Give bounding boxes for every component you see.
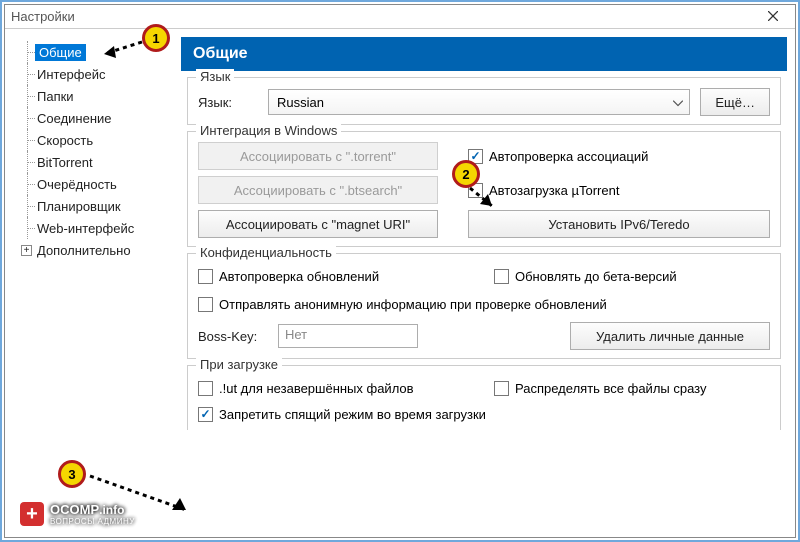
panel-title: Общие: [181, 37, 787, 71]
plus-icon: +: [20, 502, 44, 526]
tree-item-speed[interactable]: Скорость: [15, 129, 171, 151]
update-beta-checkbox[interactable]: [494, 269, 509, 284]
assoc-btsearch-button: Ассоциировать с ".btsearch": [198, 176, 438, 204]
language-select[interactable]: Russian: [268, 89, 690, 115]
annotation-badge-3: 3: [58, 460, 86, 488]
group-language-legend: Язык: [196, 69, 234, 84]
language-value: Russian: [277, 95, 324, 110]
annotation-arrow-2: [466, 186, 506, 216]
tree-item-folders[interactable]: Папки: [15, 85, 171, 107]
prealloc-checkbox[interactable]: [494, 381, 509, 396]
delete-data-button[interactable]: Удалить личные данные: [570, 322, 770, 350]
watermark-sub: ВОПРОСЫ АДМИНУ: [50, 518, 135, 526]
tree-item-scheduler[interactable]: Планировщик: [15, 195, 171, 217]
ut-incomplete-label: .!ut для незавершённых файлов: [219, 381, 414, 396]
ut-incomplete-checkbox[interactable]: [198, 381, 213, 396]
watermark-suffix: .info: [99, 503, 124, 517]
group-download-legend: При загрузке: [196, 357, 282, 372]
group-privacy-legend: Конфиденциальность: [196, 245, 336, 260]
autocheck-updates-label: Автопроверка обновлений: [219, 269, 379, 284]
autocheck-updates-checkbox[interactable]: [198, 269, 213, 284]
more-languages-button[interactable]: Ещё…: [700, 88, 770, 116]
titlebar: Настройки: [5, 5, 795, 29]
tree-item-bittorrent[interactable]: BitTorrent: [15, 151, 171, 173]
send-anon-checkbox[interactable]: [198, 297, 213, 312]
assoc-magnet-button[interactable]: Ассоциировать с "magnet URI": [198, 210, 438, 238]
assoc-torrent-button: Ассоциировать с ".torrent": [198, 142, 438, 170]
group-privacy: Конфиденциальность Автопроверка обновлен…: [187, 253, 781, 359]
group-integration-legend: Интеграция в Windows: [196, 123, 341, 138]
tree-item-webui[interactable]: Web-интерфейс: [15, 217, 171, 239]
annotation-badge-2: 2: [452, 160, 480, 188]
group-download: При загрузке .!ut для незавершённых файл…: [187, 365, 781, 430]
install-ipv6-button[interactable]: Установить IPv6/Teredo: [468, 210, 770, 238]
annotation-badge-1: 1: [142, 24, 170, 52]
autocheck-assoc-label: Автопроверка ассоциаций: [489, 149, 648, 164]
tree-item-connection[interactable]: Соединение: [15, 107, 171, 129]
bosskey-input[interactable]: Нет: [278, 324, 418, 348]
bosskey-label: Boss-Key:: [198, 329, 268, 344]
tree-item-advanced[interactable]: +Дополнительно: [15, 239, 171, 261]
annotation-arrow-1: [92, 38, 147, 62]
language-label: Язык:: [198, 95, 258, 110]
autoload-utorrent-label: Автозагрузка µTorrent: [489, 183, 619, 198]
update-beta-label: Обновлять до бета-версий: [515, 269, 677, 284]
watermark: + OCOMP.info ВОПРОСЫ АДМИНУ: [20, 502, 135, 526]
window-title: Настройки: [11, 9, 75, 24]
prevent-sleep-checkbox[interactable]: [198, 407, 213, 422]
tree-item-interface[interactable]: Интерфейс: [15, 63, 171, 85]
close-button[interactable]: [753, 5, 793, 27]
group-language: Язык Язык: Russian Ещё…: [187, 77, 781, 125]
tree-item-queue[interactable]: Очерёдность: [15, 173, 171, 195]
send-anon-label: Отправлять анонимную информацию при пров…: [219, 297, 607, 312]
close-icon: [768, 11, 778, 21]
settings-tree: Общие Интерфейс Папки Соединение Скорост…: [13, 37, 173, 529]
watermark-main: OCOMP: [50, 502, 99, 517]
prevent-sleep-label: Запретить спящий режим во время загрузки: [219, 407, 486, 422]
prealloc-label: Распределять все файлы сразу: [515, 381, 707, 396]
chevron-down-icon: [673, 95, 683, 110]
